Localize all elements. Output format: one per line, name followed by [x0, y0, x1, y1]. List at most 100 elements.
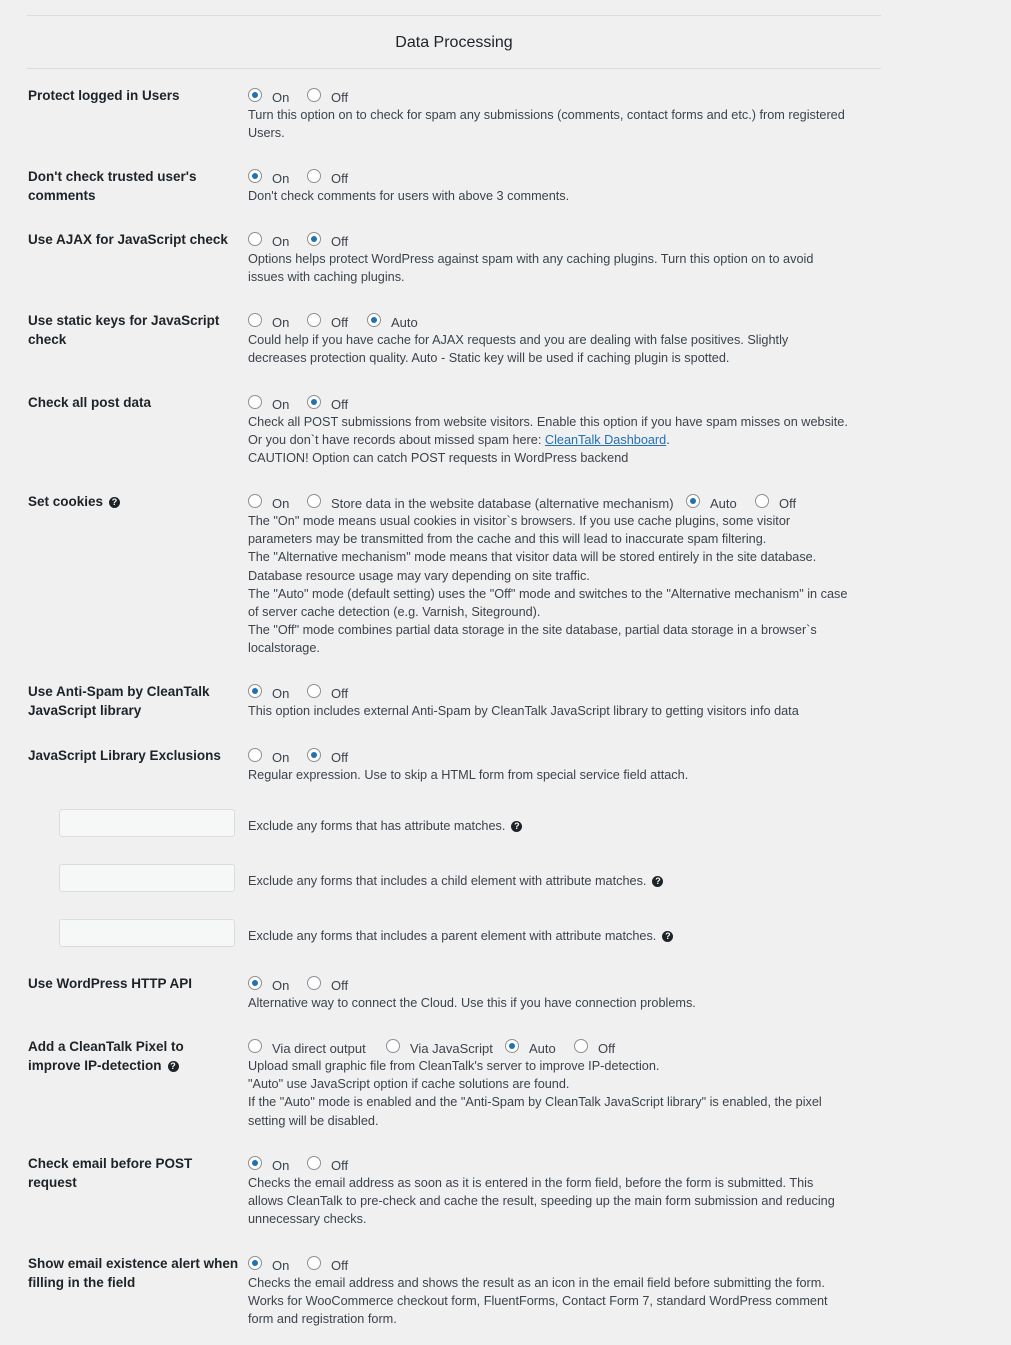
radio-circle[interactable]	[248, 747, 262, 762]
radio-circle[interactable]	[248, 312, 262, 327]
exclusion-text: Exclude any forms that has attribute mat…	[248, 819, 523, 833]
setting-field: On Off Options helps protect WordPress a…	[248, 231, 848, 286]
help-icon[interactable]: ?	[511, 821, 523, 833]
title-divider	[27, 68, 881, 69]
setting-description: Checks the email address as soon as it i…	[248, 1176, 835, 1227]
radio-group: On Off	[248, 1255, 848, 1274]
radio-off[interactable]: Off	[307, 683, 348, 701]
help-icon[interactable]: ?	[167, 1060, 179, 1072]
radio-off[interactable]: Off	[307, 87, 348, 105]
radio-circle[interactable]	[307, 1155, 321, 1170]
cleantalk-dashboard-link[interactable]: CleanTalk Dashboard	[545, 433, 666, 447]
radio-circle[interactable]	[307, 87, 321, 102]
exclude-parent-input[interactable]	[59, 919, 235, 947]
help-icon[interactable]: ?	[652, 876, 664, 888]
radio-circle-checked[interactable]	[248, 975, 262, 990]
radio-auto[interactable]: Auto	[367, 312, 418, 330]
radio-on[interactable]: On	[248, 975, 289, 993]
section-title: Data Processing	[395, 34, 513, 51]
radio-circle-checked[interactable]	[307, 747, 321, 762]
radio-on[interactable]: On	[248, 231, 289, 249]
setting-label: Use WordPress HTTP API	[28, 976, 193, 991]
setting-field: On Off Check all POST submissions from w…	[248, 394, 848, 468]
setting-description: Options helps protect WordPress against …	[248, 252, 814, 285]
radio-circle-checked[interactable]	[248, 1155, 262, 1170]
radio-auto[interactable]: Auto	[686, 493, 737, 511]
radio-direct-output[interactable]: Via direct output	[248, 1038, 366, 1056]
radio-circle[interactable]	[307, 1255, 321, 1270]
setting-description: The "On" mode means usual cookies in vis…	[248, 514, 848, 656]
setting-field: On Off Don't check comments for users wi…	[248, 168, 848, 205]
radio-off[interactable]: Off	[307, 168, 348, 186]
radio-group: On Store data in the website database (a…	[248, 493, 848, 512]
radio-circle[interactable]	[307, 168, 321, 183]
radio-circle[interactable]	[248, 394, 262, 409]
radio-circle[interactable]	[755, 493, 769, 508]
radio-group: On Off Auto	[248, 312, 848, 331]
radio-group: On Off	[248, 394, 848, 413]
setting-label: Protect logged in Users	[28, 88, 180, 103]
radio-on[interactable]: On	[248, 312, 289, 330]
radio-on[interactable]: On	[248, 394, 289, 412]
setting-field: On Off Alternative way to connect the Cl…	[248, 975, 848, 1012]
radio-circle-checked[interactable]	[248, 683, 262, 698]
setting-label: JavaScript Library Exclusions	[28, 748, 221, 763]
radio-on[interactable]: On	[248, 87, 289, 105]
radio-off[interactable]: Off	[307, 394, 348, 412]
radio-on[interactable]: On	[248, 493, 289, 511]
setting-field: On Off Auto Could help if you have cache…	[248, 312, 848, 367]
radio-off[interactable]: Off	[574, 1038, 615, 1056]
radio-circle[interactable]	[307, 312, 321, 327]
setting-description: Don't check comments for users with abov…	[248, 189, 570, 203]
exclude-attribute-input[interactable]	[59, 809, 235, 837]
setting-description: Alternative way to connect the Cloud. Us…	[248, 996, 696, 1010]
setting-description: Upload small graphic file from CleanTalk…	[248, 1059, 822, 1128]
setting-field: On Off Checks the email address and show…	[248, 1255, 848, 1329]
radio-circle[interactable]	[386, 1038, 400, 1053]
radio-on[interactable]: On	[248, 1255, 289, 1273]
radio-group: On Off	[248, 87, 848, 106]
help-icon[interactable]: ?	[662, 931, 674, 943]
radio-on[interactable]: On	[248, 683, 289, 701]
radio-off[interactable]: Off	[307, 975, 348, 993]
setting-description: This option includes external Anti-Spam …	[248, 704, 799, 718]
exclusion-text: Exclude any forms that includes a parent…	[248, 929, 674, 943]
setting-description: Check all POST submissions from website …	[248, 415, 848, 466]
radio-off[interactable]: Off	[307, 1155, 348, 1173]
radio-off[interactable]: Off	[307, 1255, 348, 1273]
radio-circle[interactable]	[307, 975, 321, 990]
radio-circle-checked[interactable]	[248, 87, 262, 102]
radio-circle[interactable]	[248, 493, 262, 508]
setting-description: Checks the email address and shows the r…	[248, 1276, 828, 1327]
radio-off[interactable]: Off	[307, 231, 348, 249]
radio-on[interactable]: On	[248, 747, 289, 765]
radio-circle-checked[interactable]	[307, 394, 321, 409]
radio-group: Via direct output Via JavaScript Auto Of…	[248, 1038, 848, 1057]
radio-circle-checked[interactable]	[367, 312, 381, 327]
radio-circle-checked[interactable]	[505, 1038, 519, 1053]
radio-circle-checked[interactable]	[686, 493, 700, 508]
radio-circle[interactable]	[248, 1038, 262, 1053]
radio-on[interactable]: On	[248, 168, 289, 186]
exclude-child-input[interactable]	[59, 864, 235, 892]
radio-javascript[interactable]: Via JavaScript	[386, 1038, 493, 1056]
radio-off[interactable]: Off	[755, 493, 796, 511]
radio-circle-checked[interactable]	[248, 1255, 262, 1270]
radio-on[interactable]: On	[248, 1155, 289, 1173]
radio-auto[interactable]: Auto	[505, 1038, 556, 1056]
radio-alternative[interactable]: Store data in the website database (alte…	[307, 493, 674, 511]
radio-off[interactable]: Off	[307, 747, 348, 765]
help-icon[interactable]: ?	[109, 496, 121, 508]
radio-circle-checked[interactable]	[307, 231, 321, 246]
radio-circle-checked[interactable]	[248, 168, 262, 183]
setting-description: Regular expression. Use to skip a HTML f…	[248, 768, 689, 782]
exclusion-text: Exclude any forms that includes a child …	[248, 874, 664, 888]
radio-circle[interactable]	[574, 1038, 588, 1053]
setting-description: Turn this option on to check for spam an…	[248, 108, 845, 141]
setting-label: Use AJAX for JavaScript check	[28, 232, 228, 247]
radio-off[interactable]: Off	[307, 312, 348, 330]
setting-field: On Off Regular expression. Use to skip a…	[248, 747, 848, 784]
radio-circle[interactable]	[307, 683, 321, 698]
radio-circle[interactable]	[307, 493, 321, 508]
radio-circle[interactable]	[248, 231, 262, 246]
